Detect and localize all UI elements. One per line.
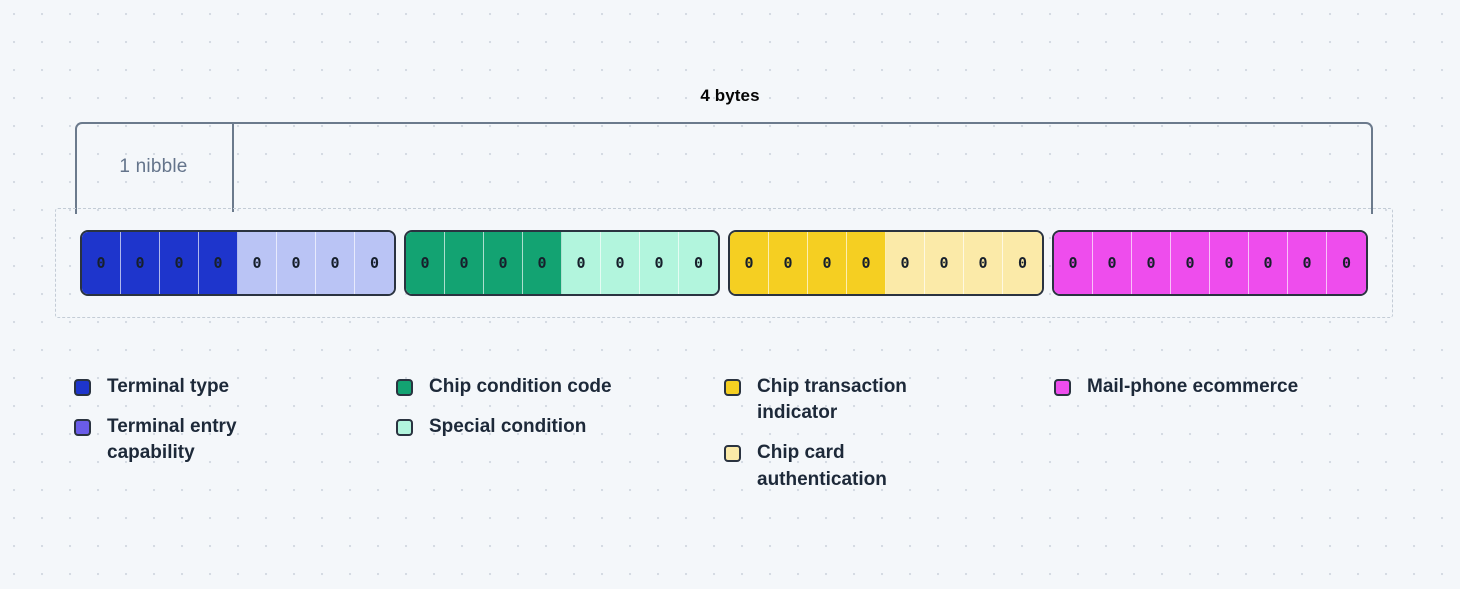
legend-swatch-icon [396, 419, 413, 437]
legend-label: Mail-phone ecommerce [1087, 376, 1299, 397]
bit-cell: 0 [316, 232, 355, 294]
legend-swatch-icon [74, 379, 91, 396]
legend-swatch-icon [1054, 379, 1071, 396]
byte-groups-container: 00000000000000000000000000000000 [55, 208, 1393, 318]
legend-label: Chip condition code [429, 376, 612, 397]
bit-cell: 0 [199, 232, 238, 294]
legend-swatch-icon [74, 419, 91, 437]
legend-label: Special condition [429, 416, 587, 438]
bit-cell: 0 [1093, 232, 1132, 294]
bit-cell: 0 [679, 232, 718, 294]
byte-group-3: 00000000 [728, 230, 1044, 296]
bit-cell: 0 [121, 232, 160, 294]
bit-cell: 0 [355, 232, 394, 294]
legend-column: Chip condition code Special condition [396, 374, 724, 454]
legend-item: Mail-phone ecommerce [1054, 374, 1384, 400]
legend-column: Terminal type Terminal entry capability [74, 374, 396, 481]
bit-cell: 0 [160, 232, 199, 294]
bit-cell: 0 [1249, 232, 1288, 294]
legend-item: Terminal type [74, 374, 396, 400]
bit-cell: 0 [562, 232, 601, 294]
bit-cell: 0 [238, 232, 277, 294]
bit-cell: 0 [808, 232, 847, 294]
bit-cell: 0 [847, 232, 886, 294]
bit-cell: 0 [964, 232, 1003, 294]
legend-swatch-icon [724, 445, 741, 463]
legend-item: Terminal entry capability [74, 414, 396, 466]
legend-swatch-icon [724, 379, 741, 396]
measure-label-1-nibble: 1 nibble [119, 156, 188, 177]
byte-group-1: 00000000 [80, 230, 396, 296]
legend-item: Chip transaction indicator [724, 374, 1054, 426]
bit-cell: 0 [1003, 232, 1042, 294]
bit-cell: 0 [730, 232, 769, 294]
legend-item: Chip card authentication [724, 440, 1054, 492]
legend-item: Special condition [396, 414, 724, 440]
legend-column: Chip transaction indicator Chip card auth… [724, 374, 1054, 507]
bit-cell: 0 [1054, 232, 1093, 294]
bit-cell: 0 [1171, 232, 1210, 294]
bit-cell: 0 [82, 232, 121, 294]
legend-column: Mail-phone ecommerce [1054, 374, 1384, 414]
bit-cell: 0 [769, 232, 808, 294]
bit-cell: 0 [1132, 232, 1171, 294]
bit-cell: 0 [277, 232, 316, 294]
legend-item: Chip condition code [396, 374, 724, 400]
legend: Terminal type Terminal entry capability Ch… [74, 374, 1404, 507]
byte-group-4: 00000000 [1052, 230, 1368, 296]
bit-cell: 0 [640, 232, 679, 294]
bit-cell: 0 [406, 232, 445, 294]
diagram-canvas: 4 bytes 1 nibble 00000000000000000000000… [0, 0, 1460, 589]
legend-label: Terminal type [107, 376, 230, 397]
byte-group-2: 00000000 [404, 230, 720, 296]
bit-cell: 0 [445, 232, 484, 294]
bit-cell: 0 [484, 232, 523, 294]
bit-cell: 0 [1210, 232, 1249, 294]
measure-label-4-bytes: 4 bytes [700, 86, 760, 105]
bit-cell: 0 [1327, 232, 1366, 294]
bit-cell: 0 [601, 232, 640, 294]
bit-cell: 0 [886, 232, 925, 294]
bit-cell: 0 [523, 232, 562, 294]
legend-swatch-icon [396, 379, 413, 396]
bit-cell: 0 [925, 232, 964, 294]
measure-bracket [75, 122, 1373, 214]
nibble-divider [232, 122, 234, 212]
legend-label: Terminal entry capability [107, 416, 237, 464]
bit-cell: 0 [1288, 232, 1327, 294]
legend-label: Chip card authentication [757, 442, 887, 490]
legend-label: Chip transaction indicator [757, 376, 907, 424]
